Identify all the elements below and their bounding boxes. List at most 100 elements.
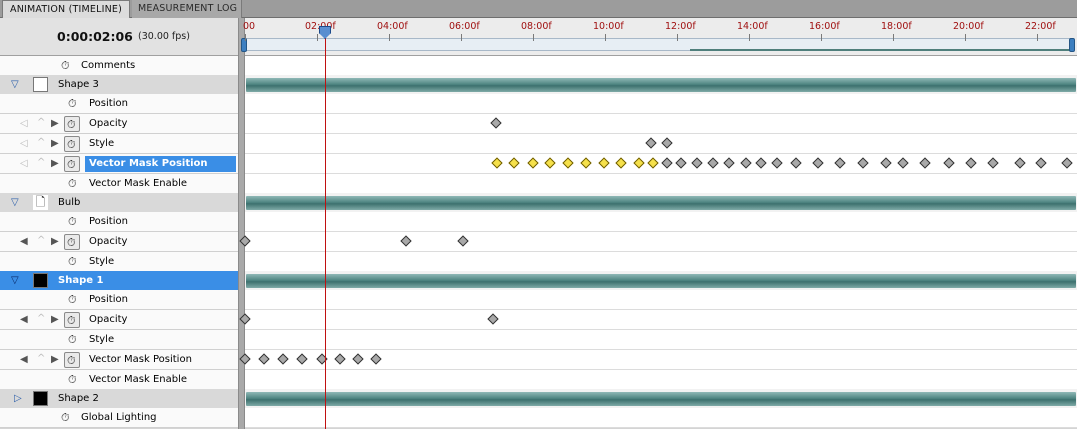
keyframe[interactable]	[857, 157, 869, 169]
track-header[interactable]: ◁ ^ ▶ ⏱ Opacity	[0, 114, 238, 134]
add-keyframe-icon[interactable]: ^	[37, 157, 45, 168]
track-lane[interactable]	[239, 232, 1077, 252]
layer-header[interactable]: ▷ Shape 2	[0, 389, 238, 409]
keyframe[interactable]	[645, 137, 657, 149]
track-lane[interactable]	[245, 114, 1077, 134]
keyframe[interactable]	[919, 157, 931, 169]
layer-lane[interactable]	[245, 75, 1077, 95]
keyframe[interactable]	[965, 157, 977, 169]
tab-animation-timeline[interactable]: ANIMATION (TIMELINE)	[2, 0, 130, 18]
keyframe[interactable]	[755, 157, 767, 169]
stopwatch-icon[interactable]: ⏱	[68, 294, 77, 305]
layer-duration-bar[interactable]	[246, 392, 1076, 406]
keyframe[interactable]	[880, 157, 892, 169]
track-header[interactable]: ◀ ^ ▶ ⏱ Opacity	[0, 310, 238, 330]
stopwatch-icon[interactable]: ⏱	[68, 216, 77, 227]
prev-keyframe-icon[interactable]: ◁	[20, 138, 28, 149]
keyframe[interactable]	[740, 157, 752, 169]
layer-header[interactable]: ▽ 🗋 Bulb	[0, 193, 238, 213]
stopwatch-icon[interactable]: ⏱	[68, 98, 77, 109]
keyframe[interactable]	[352, 353, 364, 365]
track-header[interactable]: ⏱ Position	[0, 212, 238, 232]
track-lane[interactable]	[245, 94, 1077, 114]
keyframe[interactable]	[239, 235, 251, 247]
keyframe-selected[interactable]	[580, 157, 592, 169]
twirl-down-icon[interactable]: ▽	[11, 198, 19, 208]
keyframe[interactable]	[490, 117, 502, 129]
keyframe-selected[interactable]	[527, 157, 539, 169]
layer-row-shape2[interactable]: ▷ Shape 2	[0, 389, 1077, 409]
track-lane[interactable]	[245, 174, 1077, 194]
keyframe[interactable]	[296, 353, 308, 365]
keyframe-selected[interactable]	[508, 157, 520, 169]
stopwatch-toggle[interactable]: ⏱	[64, 234, 80, 250]
next-keyframe-icon[interactable]: ▶	[51, 158, 59, 169]
track-header[interactable]: ◀ ^ ▶ ⏱ Opacity	[0, 232, 238, 252]
keyframe-selected[interactable]	[633, 157, 645, 169]
keyframe[interactable]	[1061, 157, 1073, 169]
add-keyframe-icon[interactable]: ^	[37, 313, 45, 324]
tab-measurement-log[interactable]: MEASUREMENT LOG	[132, 0, 242, 18]
keyframe[interactable]	[723, 157, 735, 169]
track-header[interactable]: ⏱ Style	[0, 252, 238, 272]
stopwatch-icon[interactable]: ⏱	[68, 178, 77, 189]
stopwatch-toggle[interactable]: ⏱	[64, 116, 80, 132]
prev-keyframe-icon[interactable]: ◁	[20, 118, 28, 129]
playhead-line[interactable]	[325, 26, 326, 429]
layer-duration-bar[interactable]	[246, 274, 1076, 288]
add-keyframe-icon[interactable]: ^	[37, 353, 45, 364]
track-lane[interactable]	[245, 252, 1077, 272]
keyframe[interactable]	[457, 235, 469, 247]
work-area-end-handle[interactable]	[1069, 38, 1075, 52]
keyframe[interactable]	[1014, 157, 1026, 169]
prev-keyframe-icon[interactable]: ◀	[20, 354, 28, 365]
track-header[interactable]: ⏱ Position	[0, 94, 238, 114]
layer-header[interactable]: ▽ Shape 1	[0, 271, 238, 291]
keyframe[interactable]	[1035, 157, 1047, 169]
track-lane[interactable]	[245, 212, 1077, 232]
track-lane[interactable]	[245, 408, 1077, 428]
keyframe[interactable]	[370, 353, 382, 365]
layer-duration-bar[interactable]	[246, 196, 1076, 210]
keyframe[interactable]	[771, 157, 783, 169]
add-keyframe-icon[interactable]: ^	[37, 117, 45, 128]
stopwatch-icon[interactable]: ⏱	[61, 412, 70, 423]
keyframe[interactable]	[487, 313, 499, 325]
stopwatch-toggle[interactable]: ⏱	[64, 156, 80, 172]
track-lane[interactable]	[245, 56, 1077, 76]
keyframe[interactable]	[691, 157, 703, 169]
keyframe[interactable]	[277, 353, 289, 365]
layer-lane[interactable]	[245, 389, 1077, 409]
track-lane[interactable]	[245, 134, 1077, 154]
property-label-selected[interactable]: Vector Mask Position	[85, 156, 236, 172]
next-keyframe-icon[interactable]: ▶	[51, 314, 59, 325]
keyframe-selected[interactable]	[647, 157, 659, 169]
layer-lane[interactable]	[245, 271, 1077, 291]
keyframe-selected[interactable]	[562, 157, 574, 169]
add-keyframe-icon[interactable]: ^	[37, 137, 45, 148]
track-header[interactable]: ⏱ Comments	[0, 56, 238, 76]
track-lane[interactable]	[239, 350, 1077, 370]
layer-row-bulb[interactable]: ▽ 🗋 Bulb	[0, 193, 1077, 213]
prev-keyframe-icon[interactable]: ◁	[20, 158, 28, 169]
next-keyframe-icon[interactable]: ▶	[51, 236, 59, 247]
keyframe[interactable]	[239, 353, 251, 365]
add-keyframe-icon[interactable]: ^	[37, 235, 45, 246]
keyframe[interactable]	[258, 353, 270, 365]
track-header[interactable]: ⏱ Style	[0, 330, 238, 350]
keyframe[interactable]	[707, 157, 719, 169]
layer-row-shape3[interactable]: ▽ Shape 3	[0, 75, 1077, 95]
track-lane[interactable]	[245, 290, 1077, 310]
keyframe[interactable]	[661, 157, 673, 169]
stopwatch-toggle[interactable]: ⏱	[64, 312, 80, 328]
twirl-down-icon[interactable]: ▽	[11, 80, 19, 90]
track-lane[interactable]	[245, 370, 1077, 390]
keyframe[interactable]	[943, 157, 955, 169]
keyframe[interactable]	[661, 137, 673, 149]
track-header[interactable]: ◀ ^ ▶ ⏱ Vector Mask Position	[0, 350, 238, 370]
track-header[interactable]: ◁ ^ ▶ ⏱ Style	[0, 134, 238, 154]
keyframe[interactable]	[812, 157, 824, 169]
layer-duration-bar[interactable]	[246, 78, 1076, 92]
keyframe-selected[interactable]	[491, 157, 503, 169]
stopwatch-toggle[interactable]: ⏱	[64, 136, 80, 152]
